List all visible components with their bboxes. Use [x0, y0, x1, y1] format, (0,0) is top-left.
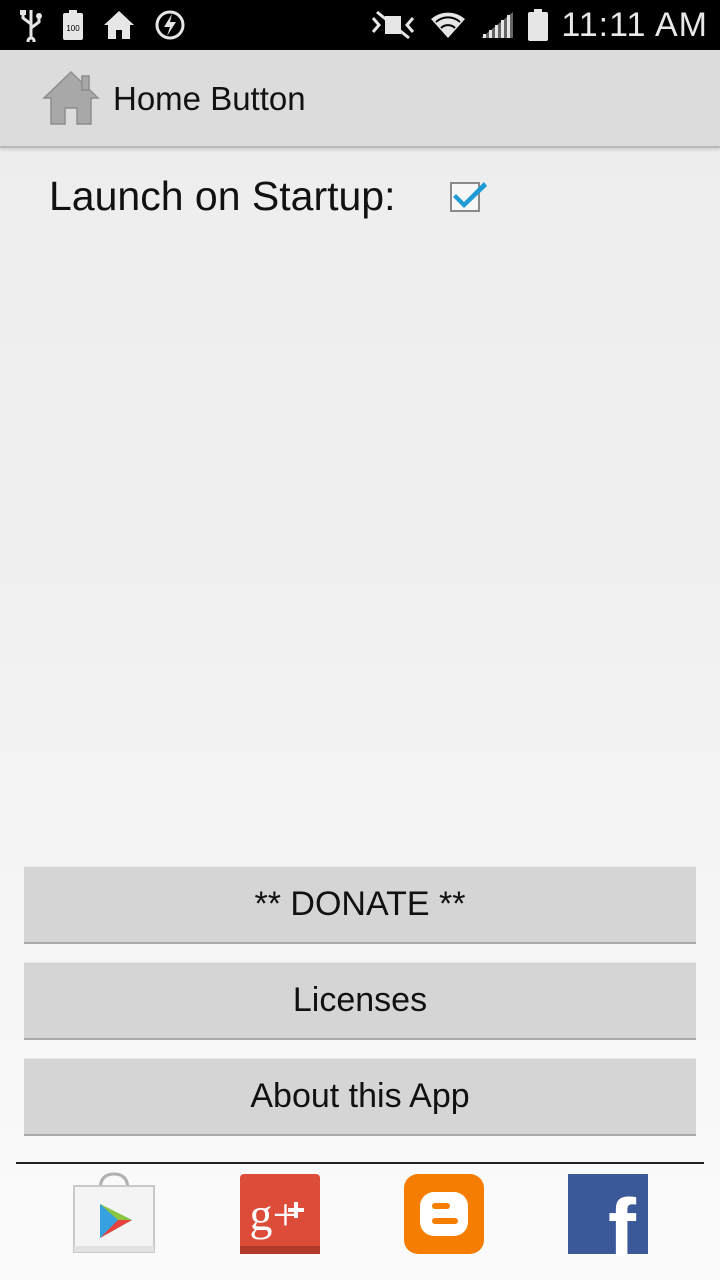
about-app-button[interactable]: About this App: [24, 1058, 696, 1136]
launch-on-startup-label: Launch on Startup:: [49, 172, 396, 219]
blogger-icon[interactable]: [402, 1172, 486, 1256]
home-icon[interactable]: [42, 68, 100, 128]
svg-text:f: f: [608, 1182, 637, 1256]
clock: 11:11 AM: [561, 5, 708, 44]
launch-on-startup-row: Launch on Startup:: [49, 170, 395, 222]
svg-text:g+: g+: [250, 1189, 299, 1240]
signal-icon: [479, 10, 515, 40]
action-bar: Home Button: [0, 50, 720, 148]
licenses-button[interactable]: Licenses: [24, 962, 696, 1040]
google-plus-icon[interactable]: g+: [238, 1172, 322, 1256]
usb-icon: [18, 8, 44, 42]
battery-icon: [527, 8, 549, 42]
mute-icon: [369, 10, 417, 40]
status-bar: 100 11:11 AM: [0, 0, 720, 50]
donate-button[interactable]: ** DONATE **: [24, 866, 696, 944]
battery-100-icon: 100: [62, 9, 84, 41]
wifi-icon: [429, 10, 467, 40]
checkmark-icon: [453, 182, 487, 208]
page-title: Home Button: [113, 80, 306, 117]
footer-divider: [16, 1162, 704, 1164]
facebook-icon[interactable]: f: [566, 1172, 650, 1276]
home-icon: [102, 9, 136, 41]
flash-icon: [154, 9, 186, 41]
launch-on-startup-checkbox[interactable]: [450, 182, 487, 212]
play-store-icon[interactable]: [72, 1172, 156, 1256]
svg-text:100: 100: [66, 24, 80, 33]
